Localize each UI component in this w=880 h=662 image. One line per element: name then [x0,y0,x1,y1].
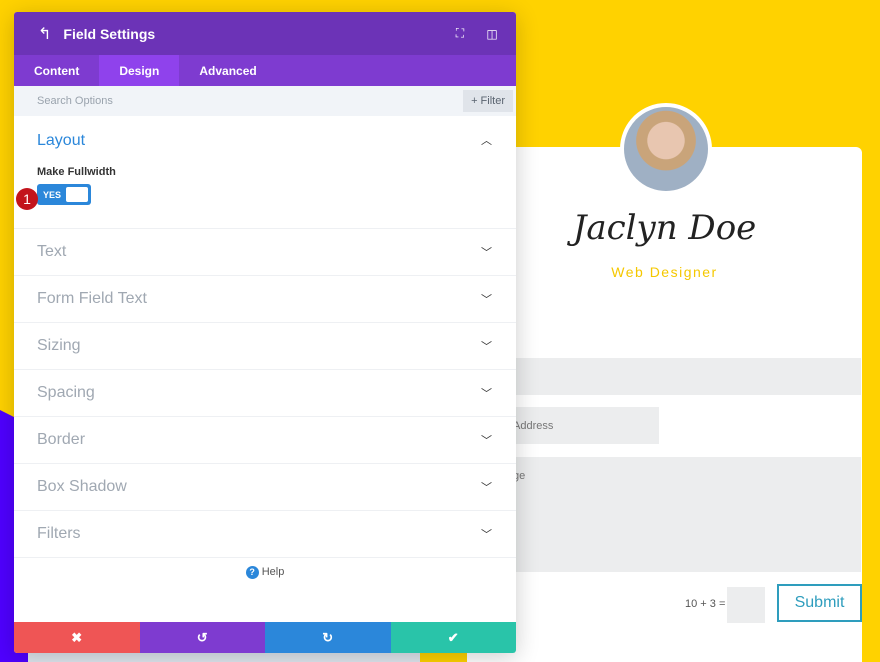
help-label: Help [261,566,285,578]
settings-panel: ↰ Field Settings ⛶ ◫ Content Design Adva… [14,12,516,653]
toggle-knob [66,187,88,202]
undo-button[interactable]: ↺ [139,622,265,653]
section-toggle[interactable]: Text ﹀ [14,229,516,276]
help-icon: ? [245,566,259,579]
redo-button[interactable]: ↻ [265,622,391,653]
name-field[interactable] [467,358,861,395]
chevron-down-icon: ﹀ [481,482,492,494]
chevron-down-icon: ﹀ [481,388,492,400]
back-icon[interactable]: ↰ [38,24,51,44]
help-link[interactable]: ? Help [14,566,516,579]
section-title: Spacing [37,384,95,401]
chevron-down-icon: ﹀ [481,341,492,353]
chevron-up-icon[interactable]: ︿ [481,132,492,150]
section-title: Border [37,431,86,448]
toggle-label: YES [43,189,62,200]
fullwidth-toggle[interactable]: YES [37,184,91,205]
chevron-down-icon: ﹀ [481,294,492,306]
tab-design[interactable]: Design [99,55,180,86]
field-label: Make Fullwidth [37,166,116,178]
section-title: Text [37,243,67,260]
person-role: Web Designer [611,264,718,280]
section-toggle[interactable]: Border ﹀ [14,417,516,464]
fullscreen-icon[interactable]: ⛶ [444,26,476,41]
section-toggle[interactable]: Spacing ﹀ [14,370,516,417]
panel-header: ↰ Field Settings ⛶ ◫ [14,12,516,55]
search-input[interactable]: Search Options [37,95,113,107]
redo-icon: ↻ [322,629,334,645]
action-bar: ✖ ↺ ↻ ✔ [14,622,516,653]
submit-button[interactable]: Submit [777,584,862,622]
undo-icon: ↺ [196,629,208,645]
person-name: Jaclyn Doe [572,208,757,248]
message-field[interactable]: ge [467,457,861,572]
section-title[interactable]: Layout [37,132,85,150]
close-icon: ✖ [71,629,83,645]
captcha-question: 10 + 3 = [685,598,726,610]
filter-button[interactable]: + Filter [463,90,513,112]
section-toggle[interactable]: Box Shadow ﹀ [14,464,516,511]
chevron-down-icon: ﹀ [481,247,492,259]
panel-title: Field Settings [63,25,156,42]
section-title: Form Field Text [37,290,147,307]
check-icon: ✔ [447,629,459,645]
search-bar: Search Options + Filter [14,86,516,116]
chevron-down-icon: ﹀ [481,529,492,541]
section-title: Sizing [37,337,81,354]
tab-advanced[interactable]: Advanced [179,55,276,86]
section-toggle[interactable]: Sizing ﹀ [14,323,516,370]
section-title: Filters [37,525,81,542]
step-badge: 1 [16,188,38,210]
tab-bar: Content Design Advanced [14,55,516,86]
save-button[interactable]: ✔ [390,622,516,653]
captcha-input[interactable] [727,587,765,623]
tab-content[interactable]: Content [14,55,99,86]
section-title: Box Shadow [37,478,127,495]
avatar [620,103,712,195]
chevron-down-icon: ﹀ [481,435,492,447]
split-view-icon[interactable]: ◫ [476,27,508,41]
section-layout: Layout ︿ Make Fullwidth YES 1 [14,116,516,229]
section-toggle[interactable]: Form Field Text ﹀ [14,276,516,323]
cancel-button[interactable]: ✖ [14,622,140,653]
section-toggle[interactable]: Filters ﹀ [14,511,516,558]
